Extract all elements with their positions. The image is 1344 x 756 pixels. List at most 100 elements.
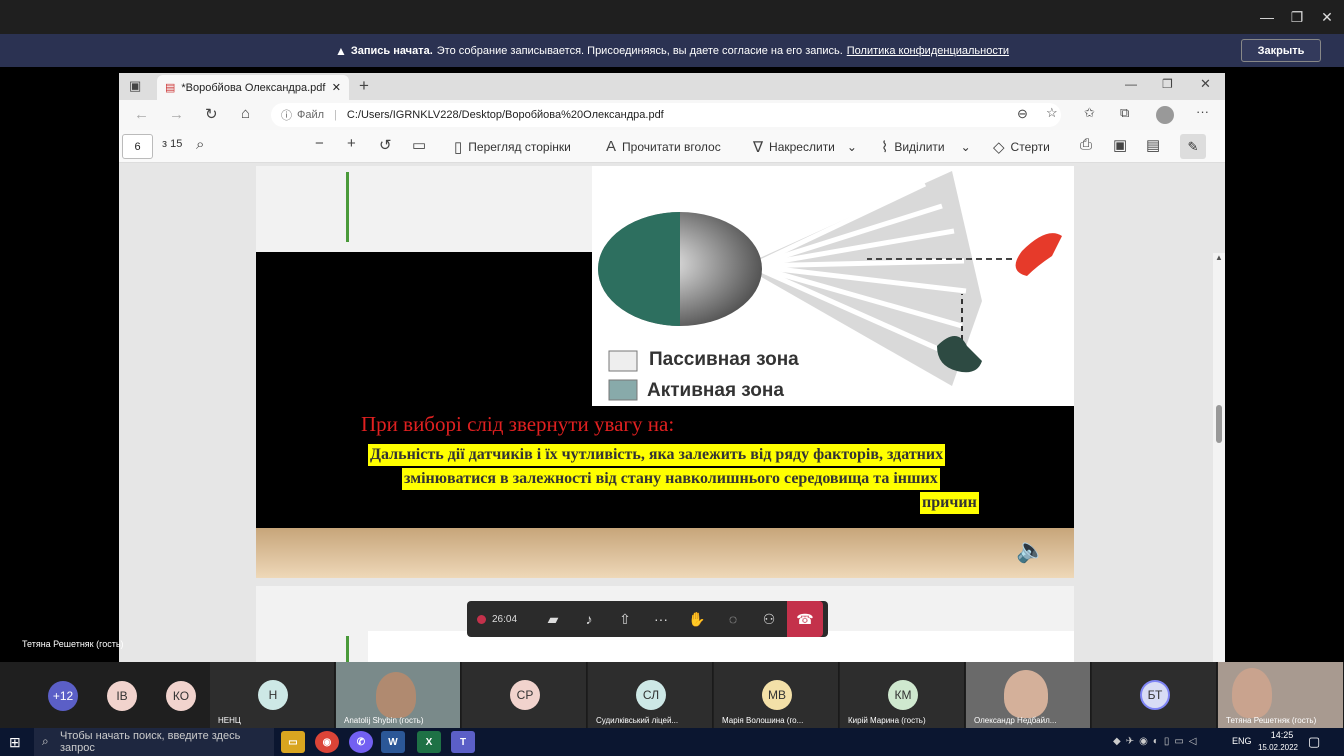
page-view-button[interactable]: ▯ Перегляд сторінки: [454, 138, 571, 156]
notifications-icon[interactable]: ▢: [1308, 734, 1320, 750]
share-screen-icon[interactable]: ⇧: [607, 601, 643, 637]
privacy-link[interactable]: Политика конфиденциальности: [847, 45, 1009, 57]
erase-label: Стерти: [1010, 140, 1050, 154]
mic-off-icon[interactable]: ♪: [571, 601, 607, 637]
tab-actions-icon[interactable]: ▣: [129, 78, 141, 94]
participant-tile[interactable]: КМ Кирій Марина (гость): [840, 662, 965, 728]
page-view-label: Перегляд сторінки: [468, 140, 571, 154]
highlight-button[interactable]: ⌇ Виділити ⌄: [881, 138, 971, 156]
back-icon[interactable]: ←: [134, 106, 149, 123]
browser-close-icon[interactable]: ✕: [1200, 76, 1211, 92]
hang-up-button[interactable]: ☎: [787, 601, 823, 637]
green-accent-bar: [346, 636, 349, 662]
avatar: КМ: [888, 680, 918, 710]
favorites-icon[interactable]: ✩: [1084, 105, 1095, 121]
close-banner-button[interactable]: Закрыть: [1241, 39, 1321, 62]
running-person-icon: [1015, 233, 1062, 276]
more-actions-icon[interactable]: ···: [643, 601, 679, 637]
presenter-name: Тетяна Решетняк (гость): [22, 639, 124, 649]
participant-tile-video[interactable]: Тетяна Решетняк (гость): [1218, 662, 1344, 728]
browser-minimize-icon[interactable]: —: [1125, 77, 1137, 91]
rotate-icon[interactable]: ↺: [379, 136, 392, 154]
participant-tile-video[interactable]: Олександр Недбайл...: [966, 662, 1091, 728]
clock-date[interactable]: 15.02.2022: [1256, 743, 1300, 752]
viber-icon[interactable]: ✆: [349, 731, 373, 753]
read-aloud-icon: A: [606, 138, 617, 155]
chevron-down-icon: ⌄: [960, 140, 971, 154]
minimize-icon[interactable]: —: [1250, 0, 1284, 34]
erase-button[interactable]: ◇ Стерти: [993, 138, 1050, 156]
participant-tile-video[interactable]: Anatolij Shybin (гость): [336, 662, 461, 728]
profile-icon[interactable]: [1156, 106, 1174, 124]
print-icon[interactable]: ⎙: [1080, 136, 1092, 153]
pdf-toolbar: 6 з 15 ⌕ − + ↺ ▭ ▯ Перегляд сторінки A П…: [119, 130, 1225, 163]
slide-heading: При виборі слід звернути увагу на:: [361, 412, 675, 436]
participant-tile[interactable]: СЛ Судилківський ліцей...: [588, 662, 713, 728]
close-icon[interactable]: ✕: [1310, 0, 1344, 34]
save-as-icon[interactable]: ▤: [1146, 136, 1160, 154]
participant-name: Кирій Марина (гость): [848, 716, 926, 725]
find-icon[interactable]: ⌕: [196, 136, 204, 153]
active-legend-swatch: [608, 379, 638, 401]
save-icon[interactable]: ▣: [1113, 136, 1127, 154]
word-icon[interactable]: W: [381, 731, 405, 753]
pin-icon[interactable]: ✎: [1180, 134, 1206, 159]
draw-button[interactable]: ∇ Накреслити ⌄: [753, 138, 857, 156]
participant-name: Олександр Недбайл...: [974, 716, 1057, 725]
tab-close-icon[interactable]: ✕: [332, 81, 341, 94]
url-field[interactable]: ⓘ Файл | C:/Users/IGRNKLV228/Desktop/Вор…: [271, 103, 1061, 127]
chrome-icon[interactable]: ◉: [315, 731, 339, 753]
language-indicator[interactable]: ENG: [1232, 736, 1252, 746]
system-tray-icons[interactable]: ◆✈◉◐▯▭◁: [1113, 736, 1201, 747]
address-bar-row: ← → ↻ ⌂ ⓘ Файл | C:/Users/IGRNKLV228/Des…: [119, 100, 1225, 130]
taskbar-search[interactable]: ⌕ Чтобы начать поиск, введите здесь запр…: [34, 728, 274, 756]
participant-tile[interactable]: МВ Марія Волошина (го...: [714, 662, 839, 728]
speaker-icon[interactable]: 🔈: [1016, 536, 1046, 565]
zoom-out-icon[interactable]: −: [315, 135, 324, 152]
raise-hand-icon[interactable]: ✋: [679, 601, 715, 637]
participant-tile[interactable]: Н НЕНЦ: [210, 662, 335, 728]
search-icon: ⌕: [42, 734, 49, 748]
pdf-viewer[interactable]: Пассивная зона Активная зона При виборі …: [119, 163, 1225, 662]
clock-time[interactable]: 14:25: [1262, 730, 1302, 740]
more-icon[interactable]: ···: [1196, 104, 1209, 119]
overflow-participants[interactable]: +12: [48, 681, 78, 711]
collections-icon[interactable]: ⧉: [1120, 105, 1129, 121]
forward-icon[interactable]: →: [169, 106, 184, 123]
home-icon[interactable]: ⌂: [241, 105, 250, 122]
zoom-in-icon[interactable]: +: [347, 135, 356, 152]
read-aloud-button[interactable]: A Прочитати вголос: [606, 138, 721, 155]
scroll-up-icon[interactable]: ▲: [1215, 253, 1223, 262]
file-explorer-icon[interactable]: ▭: [281, 731, 305, 753]
vertical-scrollbar[interactable]: ▲ ▼: [1213, 253, 1225, 662]
page-number-input[interactable]: 6: [122, 134, 153, 159]
restore-icon[interactable]: ❐: [1280, 0, 1314, 34]
timer-text: 26:04: [492, 613, 518, 625]
refresh-icon[interactable]: ↻: [205, 105, 218, 123]
zoom-icon[interactable]: ⊖: [1017, 106, 1028, 122]
url-prefix: Файл: [297, 109, 325, 121]
camera-off-icon[interactable]: ▰: [535, 601, 571, 637]
chevron-down-icon: ⌄: [846, 140, 857, 154]
participant-name: НЕНЦ: [218, 716, 241, 725]
highlight-label: Виділити: [894, 140, 945, 154]
teams-title-bar: — ❐ ✕: [0, 0, 1344, 34]
excel-icon[interactable]: X: [417, 731, 441, 753]
participant-tile[interactable]: БТ: [1092, 662, 1217, 728]
teams-icon[interactable]: T: [451, 731, 475, 753]
browser-restore-icon[interactable]: ❐: [1162, 77, 1173, 91]
new-tab-icon[interactable]: +: [359, 76, 369, 96]
tab-title: *Воробйова Олександра.pdf: [181, 81, 326, 94]
info-icon: ⓘ: [281, 110, 292, 122]
slide-floor: 🔈: [256, 528, 1074, 578]
participants-icon[interactable]: ⚇: [751, 601, 787, 637]
favorite-add-icon[interactable]: ☆: [1046, 105, 1058, 121]
participant-tile[interactable]: СР: [462, 662, 587, 728]
fit-icon[interactable]: ▭: [412, 136, 426, 154]
chat-icon[interactable]: ◌: [715, 601, 751, 637]
scrollbar-thumb[interactable]: [1216, 405, 1222, 443]
recording-timer: 26:04: [467, 614, 535, 625]
participant-name: Судилківський ліцей...: [596, 716, 679, 725]
windows-start-icon[interactable]: ⊞: [9, 734, 21, 751]
tab-pdf[interactable]: ▤ *Воробйова Олександра.pdf ✕: [157, 75, 349, 100]
